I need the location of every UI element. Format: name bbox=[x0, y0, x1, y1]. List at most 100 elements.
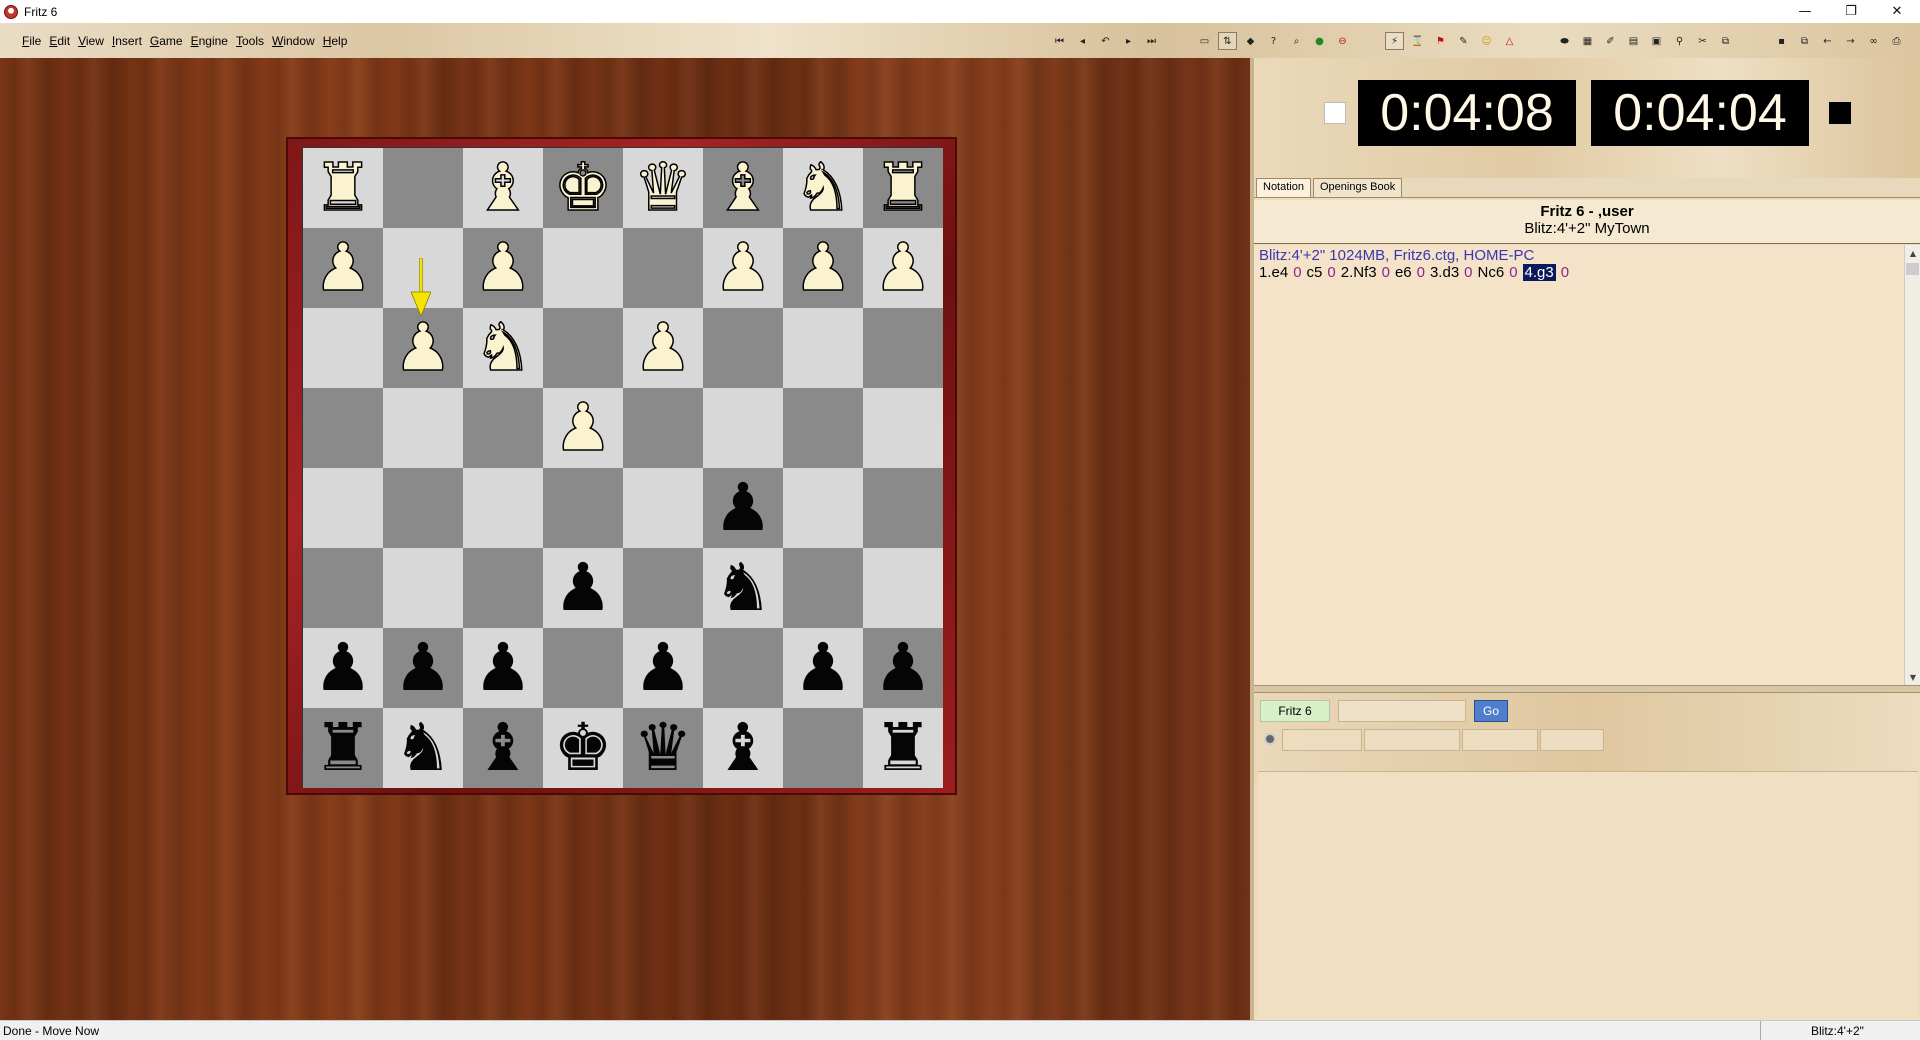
tool-2-icon[interactable]: ▦ bbox=[1578, 32, 1597, 50]
board-square[interactable] bbox=[623, 548, 703, 628]
board-square[interactable] bbox=[623, 468, 703, 548]
tool-8-icon[interactable]: ⧉ bbox=[1716, 32, 1735, 50]
black-rook-icon[interactable]: ♜ bbox=[313, 708, 372, 788]
notation-move[interactable]: 4.g3 bbox=[1522, 264, 1556, 281]
engine-name[interactable]: Fritz 6 bbox=[1260, 700, 1330, 722]
save-icon[interactable]: ▪ bbox=[1772, 32, 1791, 50]
triangle-icon[interactable]: △ bbox=[1500, 32, 1519, 50]
tool-5-icon[interactable]: ▣ bbox=[1647, 32, 1666, 50]
scroll-thumb[interactable] bbox=[1906, 263, 1919, 275]
engine-analysis-pane[interactable] bbox=[1258, 771, 1918, 1020]
board-square[interactable] bbox=[623, 388, 703, 468]
move-icon[interactable]: ◆ bbox=[1241, 32, 1260, 50]
board-square[interactable] bbox=[463, 548, 543, 628]
board-square[interactable] bbox=[543, 228, 623, 308]
board-square[interactable]: ♜ bbox=[863, 148, 943, 228]
white-knight-icon[interactable]: ♞ bbox=[793, 148, 854, 228]
board-square[interactable]: ♟ bbox=[783, 628, 863, 708]
board-square[interactable] bbox=[383, 388, 463, 468]
board-square[interactable] bbox=[863, 548, 943, 628]
flip-board-icon[interactable]: ⇅ bbox=[1218, 32, 1237, 50]
board-square[interactable]: ♚ bbox=[543, 708, 623, 788]
go-button[interactable]: Go bbox=[1474, 700, 1508, 722]
board-square[interactable]: ♟ bbox=[463, 628, 543, 708]
board-square[interactable]: ♟ bbox=[863, 228, 943, 308]
new-game-icon[interactable]: ▭ bbox=[1195, 32, 1214, 50]
white-bishop-icon[interactable]: ♝ bbox=[473, 148, 534, 228]
notation-pane[interactable]: Blitz:4'+2" 1024MB, Fritz6.ctg, HOME-PC … bbox=[1254, 245, 1904, 685]
white-pawn-icon[interactable]: ♟ bbox=[713, 228, 774, 308]
board-square[interactable]: ♚ bbox=[543, 148, 623, 228]
flag-icon[interactable]: ⚑ bbox=[1431, 32, 1450, 50]
black-rook-icon[interactable]: ♜ bbox=[873, 708, 932, 788]
board-square[interactable]: ♞ bbox=[783, 148, 863, 228]
black-pawn-icon[interactable]: ♟ bbox=[713, 468, 772, 548]
tool-1-icon[interactable]: ⬬ bbox=[1555, 32, 1574, 50]
blunder-icon[interactable]: ⌛ bbox=[1408, 32, 1427, 50]
white-knight-icon[interactable]: ♞ bbox=[473, 308, 534, 388]
board-square[interactable]: ♟ bbox=[783, 228, 863, 308]
board-square[interactable]: ♝ bbox=[463, 708, 543, 788]
forward-icon[interactable]: → bbox=[1841, 32, 1860, 50]
board-square[interactable]: ♝ bbox=[463, 148, 543, 228]
board-square[interactable]: ♝ bbox=[703, 708, 783, 788]
copy-icon[interactable]: ⧉ bbox=[1795, 32, 1814, 50]
menu-help[interactable]: Help bbox=[323, 34, 348, 48]
board-square[interactable]: ♝ bbox=[703, 148, 783, 228]
last-move-icon[interactable]: ⏭ bbox=[1142, 32, 1161, 50]
first-move-icon[interactable]: ⏮ bbox=[1050, 32, 1069, 50]
tool-7-icon[interactable]: ✂ bbox=[1693, 32, 1712, 50]
notation-move[interactable]: 3.d3 bbox=[1430, 264, 1459, 281]
close-button[interactable]: ✕ bbox=[1874, 0, 1920, 23]
black-king-icon[interactable]: ♚ bbox=[553, 708, 612, 788]
board-square[interactable] bbox=[383, 548, 463, 628]
white-pawn-icon[interactable]: ♟ bbox=[313, 228, 374, 308]
black-pawn-icon[interactable]: ♟ bbox=[553, 548, 612, 628]
white-pawn-icon[interactable]: ♟ bbox=[553, 388, 614, 468]
restore-button[interactable]: ❐ bbox=[1828, 0, 1874, 23]
board-square[interactable]: ♟ bbox=[383, 308, 463, 388]
board-square[interactable] bbox=[463, 468, 543, 548]
menu-file[interactable]: File bbox=[22, 34, 41, 48]
black-knight-icon[interactable]: ♞ bbox=[393, 708, 452, 788]
pane-splitter[interactable] bbox=[1254, 685, 1920, 693]
white-pawn-icon[interactable]: ♟ bbox=[633, 308, 694, 388]
accept-icon[interactable]: ● bbox=[1310, 32, 1329, 50]
board-square[interactable]: ♟ bbox=[303, 228, 383, 308]
chess-board[interactable]: ♜ ♝ ♚ ♛ ♝ ♞ ♜ ♟ ♟ ♟ ♟ ♟ ♟ ♞ ♟ ♟ ♟ ♟ ♞ ♟ ♟ ♟ ♟ ♟ ♟ ♜ ♞ ♝ ♚ ♛ ♝ ♜ bbox=[302, 147, 943, 788]
board-square[interactable]: ♟ bbox=[703, 228, 783, 308]
notation-move[interactable]: 1.e4 bbox=[1259, 264, 1288, 281]
binoculars-icon[interactable]: ∞ bbox=[1864, 32, 1883, 50]
scroll-down-icon[interactable]: ▼ bbox=[1905, 669, 1920, 685]
white-pawn-icon[interactable]: ♟ bbox=[393, 308, 454, 388]
board-square[interactable] bbox=[383, 148, 463, 228]
board-square[interactable]: ♟ bbox=[703, 468, 783, 548]
board-square[interactable] bbox=[543, 468, 623, 548]
board-square[interactable]: ♞ bbox=[703, 548, 783, 628]
board-square[interactable] bbox=[783, 548, 863, 628]
white-rook-icon[interactable]: ♜ bbox=[873, 148, 934, 228]
back-icon[interactable]: ← bbox=[1818, 32, 1837, 50]
board-square[interactable] bbox=[303, 548, 383, 628]
notation-move[interactable]: Nc6 bbox=[1478, 264, 1505, 281]
pen-icon[interactable]: ✎ bbox=[1454, 32, 1473, 50]
menu-engine[interactable]: Engine bbox=[191, 34, 228, 48]
black-pawn-icon[interactable]: ♟ bbox=[313, 628, 372, 708]
black-pawn-icon[interactable]: ♟ bbox=[793, 628, 852, 708]
white-queen-icon[interactable]: ♛ bbox=[633, 148, 694, 228]
board-square[interactable]: ♜ bbox=[303, 148, 383, 228]
board-square[interactable]: ♟ bbox=[463, 228, 543, 308]
white-pawn-icon[interactable]: ♟ bbox=[473, 228, 534, 308]
board-square[interactable]: ♟ bbox=[383, 628, 463, 708]
board-square[interactable] bbox=[783, 708, 863, 788]
board-square[interactable]: ♟ bbox=[303, 628, 383, 708]
black-pawn-icon[interactable]: ♟ bbox=[473, 628, 532, 708]
white-rook-icon[interactable]: ♜ bbox=[313, 148, 374, 228]
notation-scrollbar[interactable]: ▲ ▼ bbox=[1904, 245, 1920, 685]
board-square[interactable] bbox=[703, 628, 783, 708]
tool-4-icon[interactable]: ▤ bbox=[1624, 32, 1643, 50]
notation-move[interactable]: e6 bbox=[1395, 264, 1412, 281]
board-square[interactable]: ♟ bbox=[623, 628, 703, 708]
board-square[interactable] bbox=[783, 308, 863, 388]
board-square[interactable]: ♛ bbox=[623, 148, 703, 228]
